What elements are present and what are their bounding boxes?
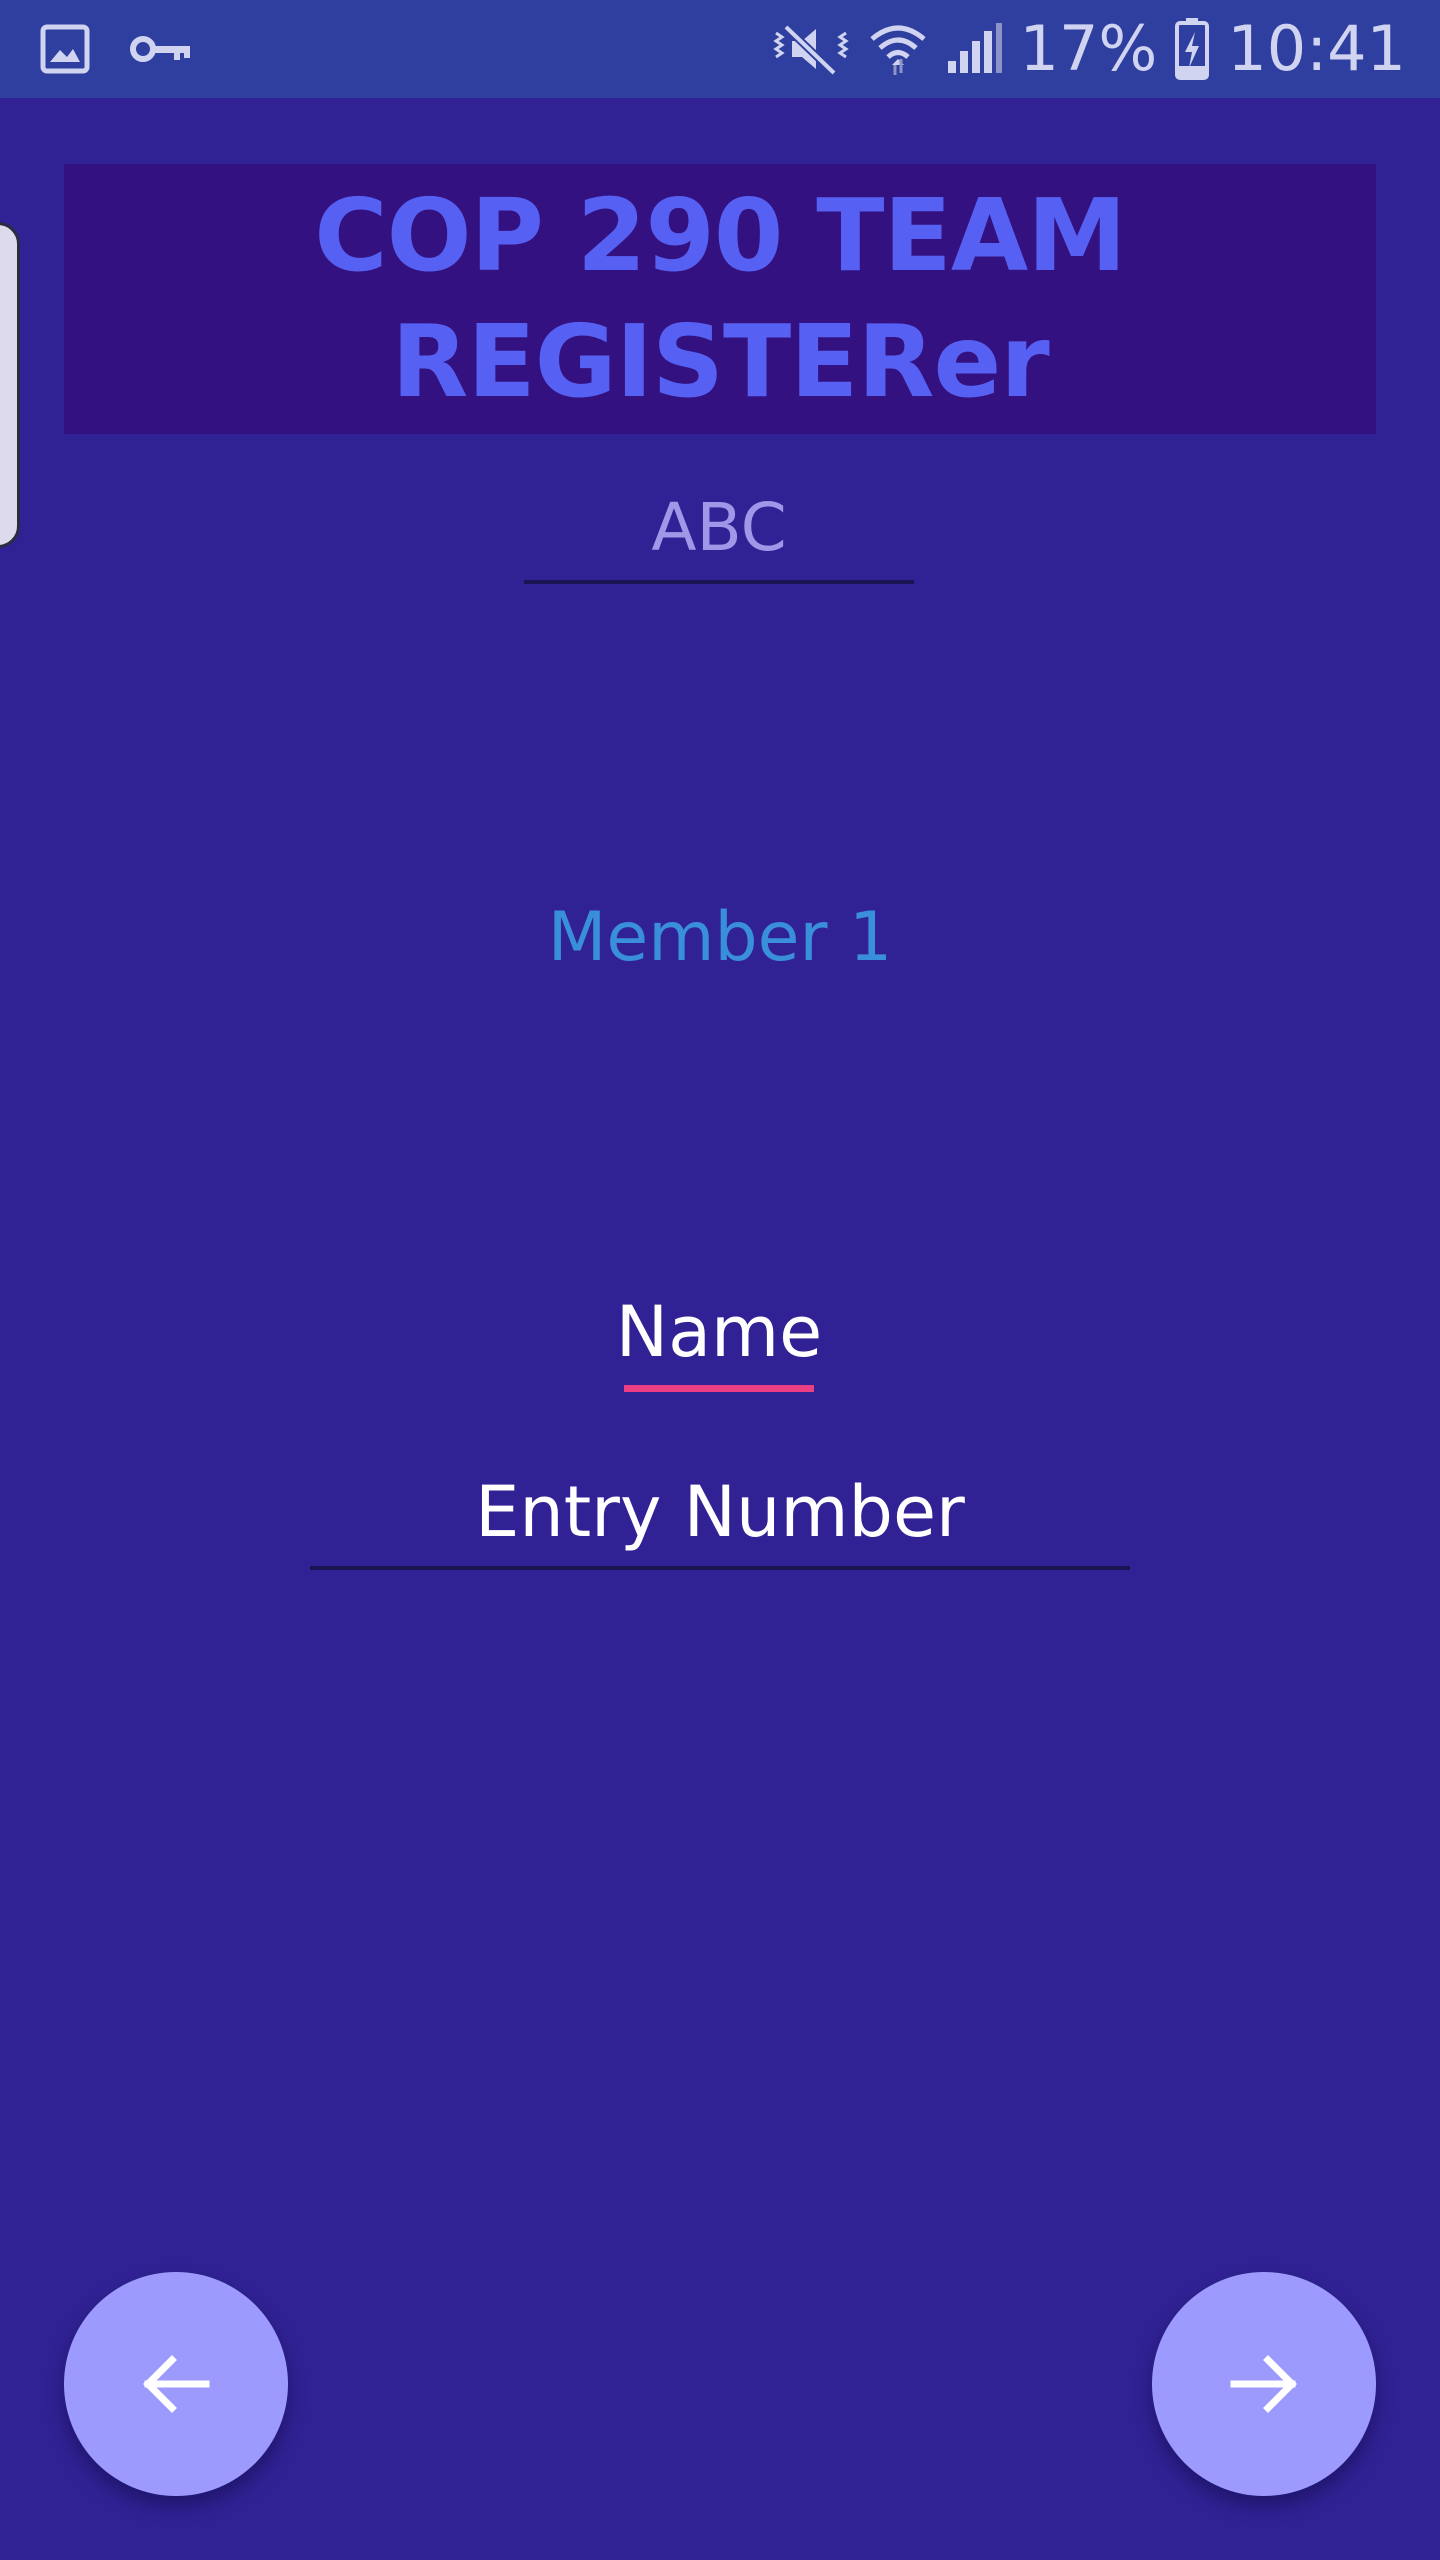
status-bar: 17% 10:41: [0, 0, 1440, 98]
status-bar-right: 17% 10:41: [772, 12, 1406, 85]
edge-panel-handle[interactable]: [0, 222, 20, 548]
team-name-value: ABC: [651, 489, 787, 566]
back-button[interactable]: [64, 2272, 288, 2496]
battery-percent-text: 17%: [1019, 12, 1158, 85]
entry-number-placeholder: Entry Number: [475, 1471, 965, 1553]
name-focus-underline: [624, 1385, 814, 1392]
title-banner: COP 290 TEAM REGISTERer: [64, 164, 1376, 434]
status-bar-left: [40, 20, 192, 78]
member-heading: Member 1: [547, 898, 893, 977]
name-placeholder: Name: [615, 1291, 823, 1373]
key-icon: [130, 32, 192, 66]
team-name-field[interactable]: ABC: [524, 478, 914, 584]
page-title: COP 290 TEAM REGISTERer: [314, 177, 1127, 420]
entry-number-underline: [310, 1566, 1130, 1570]
entry-number-field[interactable]: Entry Number: [310, 1460, 1130, 1570]
battery-charging-icon: [1175, 18, 1210, 80]
name-field[interactable]: Name: [616, 1280, 822, 1392]
arrow-right-icon: [1224, 2344, 1304, 2424]
arrow-left-icon: [136, 2344, 216, 2424]
next-button[interactable]: [1152, 2272, 1376, 2496]
clock-text: 10:41: [1227, 12, 1406, 85]
team-name-underline: [524, 580, 914, 584]
gallery-icon: [40, 24, 90, 74]
wifi-icon: [868, 21, 928, 77]
cellular-signal-icon: [946, 23, 1002, 75]
mute-vibrate-icon: [772, 21, 850, 77]
